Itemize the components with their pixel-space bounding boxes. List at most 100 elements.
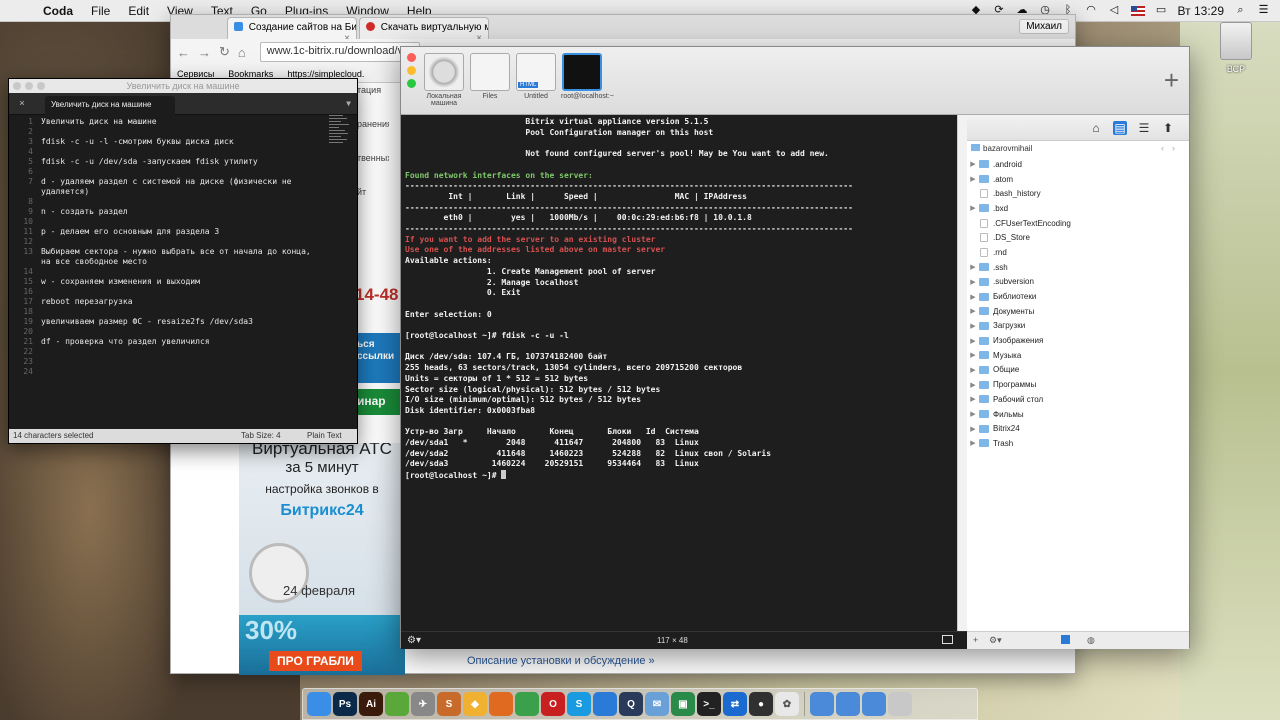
disclosure-triangle-icon[interactable]: ▶ xyxy=(967,278,979,286)
disclosure-triangle-icon[interactable]: ▶ xyxy=(967,395,979,403)
back-icon[interactable]: ← xyxy=(177,45,190,60)
file-item[interactable]: .rnd xyxy=(967,245,1189,260)
file-view-icon[interactable]: ▤ xyxy=(1113,120,1127,135)
file-item[interactable]: ▶ Программы xyxy=(967,377,1189,392)
close-tab-icon[interactable]: × xyxy=(476,33,482,39)
sketch-dock-icon[interactable]: ◆ xyxy=(463,692,487,716)
editor-line[interactable]: 11 p - делаем его основным для раздела 3 xyxy=(9,227,321,237)
close-tab-icon[interactable]: × xyxy=(344,33,350,39)
obs-dock-icon[interactable]: ● xyxy=(749,692,773,716)
file-item[interactable]: .DS_Store xyxy=(967,230,1189,245)
opera-dock-icon[interactable]: O xyxy=(541,692,565,716)
file-item[interactable]: ▶ .atom xyxy=(967,172,1189,187)
editor-line[interactable]: 6 xyxy=(9,167,321,176)
editor-line[interactable]: 22 xyxy=(9,347,321,356)
menu-file[interactable]: File xyxy=(82,4,119,18)
chrome-dock-icon[interactable] xyxy=(515,692,539,716)
close-window-icon[interactable] xyxy=(13,82,21,90)
disclosure-triangle-icon[interactable]: ▶ xyxy=(967,439,979,447)
bookmark-apps[interactable]: Сервисы xyxy=(177,69,214,79)
disclosure-triangle-icon[interactable]: ▶ xyxy=(967,322,979,330)
teamviewer-dock-icon[interactable]: ⇄ xyxy=(723,692,747,716)
file-item[interactable]: ▶ Фильмы xyxy=(967,407,1189,422)
disclosure-triangle-icon[interactable]: ▶ xyxy=(967,366,979,374)
gear-icon[interactable]: ⚙▾ xyxy=(407,635,421,646)
gear-icon[interactable]: ⚙▾ xyxy=(989,635,1002,646)
add-icon[interactable]: + xyxy=(973,635,978,645)
battery-icon[interactable]: ▭ xyxy=(1155,4,1168,17)
skype-dock-icon[interactable]: S xyxy=(567,692,591,716)
close-tab-icon[interactable]: × xyxy=(19,98,25,109)
editor-line[interactable]: 8 xyxy=(9,197,321,206)
editor-line[interactable]: 2 xyxy=(9,127,321,136)
minimize-window-icon[interactable] xyxy=(25,82,33,90)
menu-app-name[interactable]: Coda xyxy=(34,4,82,18)
editor-line[interactable]: 14 xyxy=(9,267,321,276)
split-view-icon[interactable] xyxy=(942,635,953,644)
disclosure-triangle-icon[interactable]: ▶ xyxy=(967,381,979,389)
editor-line[interactable]: 5 fdisk -c -u /dev/sda -запускаем fdisk у… xyxy=(9,157,321,167)
ad-banner-discount[interactable]: 30% ПРО ГРАБЛИ xyxy=(239,615,405,675)
sublime-dock-icon[interactable]: S xyxy=(437,692,461,716)
editor-line[interactable]: 13 Выбираем сектора - нужно выбрать все о… xyxy=(9,247,321,267)
file-item[interactable]: ▶ .android xyxy=(967,157,1189,172)
menu-edit[interactable]: Edit xyxy=(119,4,158,18)
file-item[interactable]: ▶ Документы xyxy=(967,304,1189,319)
ad-banner-vats[interactable]: Виртуальная АТС за 5 минут настройка зво… xyxy=(239,443,405,619)
file-item[interactable]: ▶ .ssh xyxy=(967,260,1189,275)
home-icon[interactable]: ⌂ xyxy=(1089,121,1103,135)
editor-line[interactable]: 24 xyxy=(9,367,321,376)
file-item[interactable]: ▶ Рабочий стол xyxy=(967,392,1189,407)
session-untitled[interactable]: HTML Untitled xyxy=(515,53,557,100)
path-breadcrumb[interactable]: bazarovmihail ‹› xyxy=(967,141,1189,157)
spotlight-icon[interactable]: ⌕ xyxy=(1234,4,1247,17)
editor-line[interactable]: 17 reboot перезагрузка xyxy=(9,297,321,307)
site-nav-fragment[interactable]: ранения xyxy=(357,119,389,153)
disclosure-triangle-icon[interactable]: ▶ xyxy=(967,337,979,345)
new-session-plus-icon[interactable]: + xyxy=(1164,65,1179,96)
editor-line[interactable]: 23 xyxy=(9,357,321,366)
editor-line[interactable]: 1 Увеличить диск на машине xyxy=(9,117,321,127)
disclosure-triangle-icon[interactable]: ▶ xyxy=(967,175,979,183)
editor-line[interactable]: 12 xyxy=(9,237,321,246)
install-description-link[interactable]: Описание установки и обсуждение » xyxy=(467,655,655,667)
address-bar[interactable]: www.1c-bitrix.ru/download/vm xyxy=(259,42,420,62)
file-item[interactable]: .CFUserTextEncoding xyxy=(967,216,1189,231)
file-item[interactable]: ▶ Общие xyxy=(967,363,1189,378)
file-item[interactable]: ▶ Музыка xyxy=(967,348,1189,363)
zoom-window-icon[interactable] xyxy=(407,79,416,88)
quicktime-dock-icon[interactable]: Q xyxy=(619,692,643,716)
notification-center-icon[interactable]: ☰ xyxy=(1257,4,1270,17)
disclosure-triangle-icon[interactable]: ▶ xyxy=(967,307,979,315)
input-flag-icon[interactable] xyxy=(1130,5,1145,16)
site-nav-fragment[interactable]: йт xyxy=(357,187,389,221)
rocket-dock-icon[interactable]: ✈ xyxy=(411,692,435,716)
photoshop-dock-icon[interactable]: Ps xyxy=(333,692,357,716)
editor-line[interactable]: 9 n - создать раздел xyxy=(9,207,321,217)
code-editor[interactable]: 1 Увеличить диск на машине 2 3 fdisk -c -u -… xyxy=(9,115,357,429)
site-nav-fragment[interactable]: тация xyxy=(357,85,389,119)
reload-icon[interactable]: ↻ xyxy=(219,44,230,60)
close-window-icon[interactable] xyxy=(407,53,416,62)
remote-icon[interactable]: ◍ xyxy=(1087,635,1095,646)
editor-line[interactable]: 16 xyxy=(9,287,321,296)
editor-line[interactable]: 15 w - сохраняем изменения и выходим xyxy=(9,277,321,287)
browser-tab-2[interactable]: Скачать виртуальную ма × xyxy=(359,17,489,39)
safari-dock-icon[interactable] xyxy=(593,692,617,716)
file-item[interactable]: ▶ Изображения xyxy=(967,333,1189,348)
tab-size-selector[interactable]: Tab Size: 4 xyxy=(241,429,281,443)
history-nav-icons[interactable]: ‹› xyxy=(1161,143,1183,153)
pane-divider[interactable] xyxy=(957,115,967,649)
disclosure-triangle-icon[interactable]: ▶ xyxy=(967,293,979,301)
editor-line[interactable]: 3 fdisk -c -u -l -смотрим буквы диска дис… xyxy=(9,137,321,147)
mail-dock-icon[interactable]: ✉ xyxy=(645,692,669,716)
folder-apps-dock-icon[interactable] xyxy=(810,692,834,716)
terminal-dock-icon[interactable]: >_ xyxy=(697,692,721,716)
illustrator-dock-icon[interactable]: Ai xyxy=(359,692,383,716)
folder-downloads-dock-icon[interactable] xyxy=(862,692,886,716)
upload-icon[interactable]: ⬆ xyxy=(1161,121,1175,135)
volume-icon[interactable]: ◁ xyxy=(1108,4,1121,17)
site-banner-blue[interactable]: ься ссылки xyxy=(355,333,405,383)
disclosure-triangle-icon[interactable]: ▶ xyxy=(967,425,979,433)
terminal-output[interactable]: Bitrix virtual appliance version 5.1.5 P… xyxy=(401,115,957,631)
